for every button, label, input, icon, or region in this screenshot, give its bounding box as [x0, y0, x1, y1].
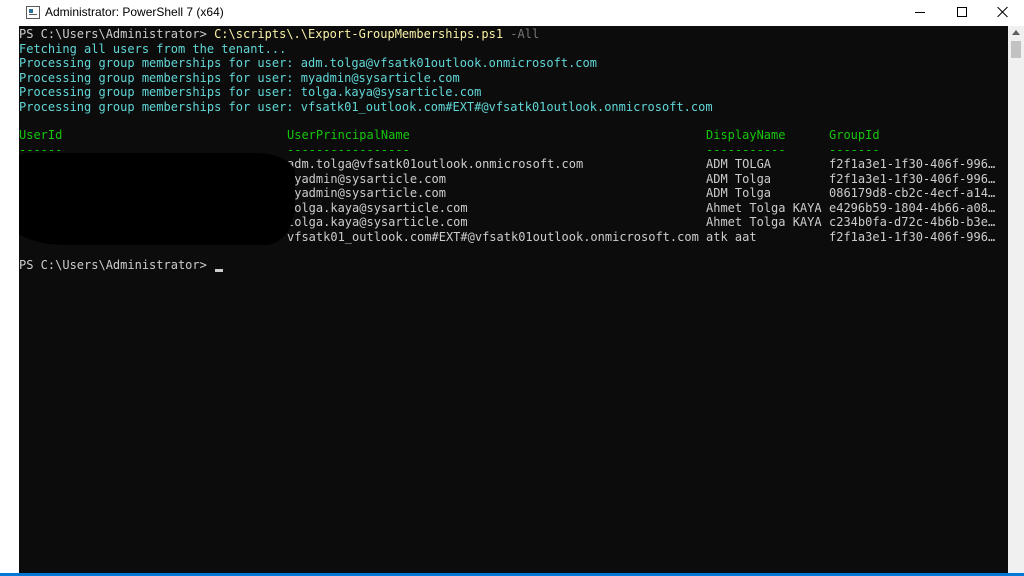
- text-cursor: [215, 269, 223, 272]
- table-cell-displayname: Ahmet Tolga KAYA: [706, 200, 822, 215]
- window-frame-left: [0, 26, 19, 576]
- command-param: -All: [503, 27, 540, 41]
- table-cell-upn: tolga.kaya@sysarticle.com: [287, 200, 468, 215]
- powershell-app-icon[interactable]: [26, 6, 40, 19]
- minimize-icon: [915, 12, 925, 13]
- output-message: Fetching all users from the tenant...: [19, 41, 287, 56]
- column-header-groupid: GroupId: [829, 128, 880, 142]
- table-cell-groupid: c234b0fa-d72c-4b6b-b3e…: [829, 215, 996, 229]
- title-bar[interactable]: Administrator: PowerShell 7 (x64): [0, 0, 1024, 26]
- command-line: PS C:\Users\Administrator> C:\scripts\.\…: [19, 27, 539, 42]
- output-message: Processing group memberships for user: t…: [19, 85, 482, 99]
- table-cell-upn: myadmin@sysarticle.com: [287, 171, 446, 186]
- column-underline: -------: [829, 142, 880, 157]
- table-cell-groupid: f2f1a3e1-1f30-406f-996…: [829, 157, 996, 171]
- maximize-button[interactable]: [940, 0, 984, 26]
- table-cell-groupid: e4296b59-1804-4b66-a08…: [829, 200, 996, 215]
- powershell-window: Administrator: PowerShell 7 (x64) PS C:\…: [0, 0, 1024, 576]
- prompt-text: PS C:\Users\Administrator>: [19, 27, 215, 41]
- redaction-mark: [19, 153, 295, 245]
- table-cell-displayname: ADM Tolga: [706, 171, 772, 186]
- table-cell-displayname: ADM TOLGA: [706, 157, 772, 171]
- final-prompt: PS C:\Users\Administrator>: [19, 258, 215, 272]
- table-cell-groupid: f2f1a3e1-1f30-406f-996…: [829, 171, 996, 186]
- table-cell-groupid: 086179d8-cb2c-4ecf-a14…: [829, 186, 996, 200]
- column-underline: -----------------: [287, 142, 410, 157]
- output-message: Processing group memberships for user: v…: [19, 99, 713, 114]
- column-header-upn: UserPrincipalName: [287, 128, 410, 142]
- table-cell-displayname: ADM Tolga: [706, 186, 772, 200]
- close-icon: [997, 6, 1009, 18]
- table-cell-upn: vfsatk01_outlook.com#EXT#@vfsatk01outloo…: [287, 229, 699, 244]
- command-text: C:\scripts\.\Export-GroupMemberships.ps1: [214, 27, 504, 41]
- table-cell-upn: myadmin@sysarticle.com: [287, 186, 446, 200]
- column-underline: -----------: [706, 142, 786, 157]
- column-header-userid: UserId: [19, 128, 63, 142]
- table-cell-upn: adm.tolga@vfsatk01outlook.onmicrosoft.co…: [287, 157, 584, 171]
- table-cell-displayname: atk aat: [706, 229, 757, 244]
- output-message: Processing group memberships for user: a…: [19, 56, 597, 70]
- minimize-button[interactable]: [898, 0, 942, 26]
- window-title: Administrator: PowerShell 7 (x64): [45, 5, 224, 19]
- scroll-thumb[interactable]: [1011, 41, 1021, 58]
- table-cell-upn: tolga.kaya@sysarticle.com: [287, 215, 468, 229]
- table-cell-displayname: Ahmet Tolga KAYA: [706, 215, 822, 229]
- vertical-scrollbar[interactable]: [1008, 26, 1024, 573]
- column-header-displayname: DisplayName: [706, 128, 786, 142]
- output-message: Processing group memberships for user: m…: [19, 70, 460, 85]
- table-cell-groupid: f2f1a3e1-1f30-406f-996…: [829, 229, 996, 244]
- console-output[interactable]: PS C:\Users\Administrator> C:\scripts\.\…: [19, 26, 1008, 573]
- maximize-icon: [957, 7, 967, 17]
- close-button[interactable]: [982, 0, 1024, 26]
- scroll-up-icon[interactable]: [1012, 30, 1020, 35]
